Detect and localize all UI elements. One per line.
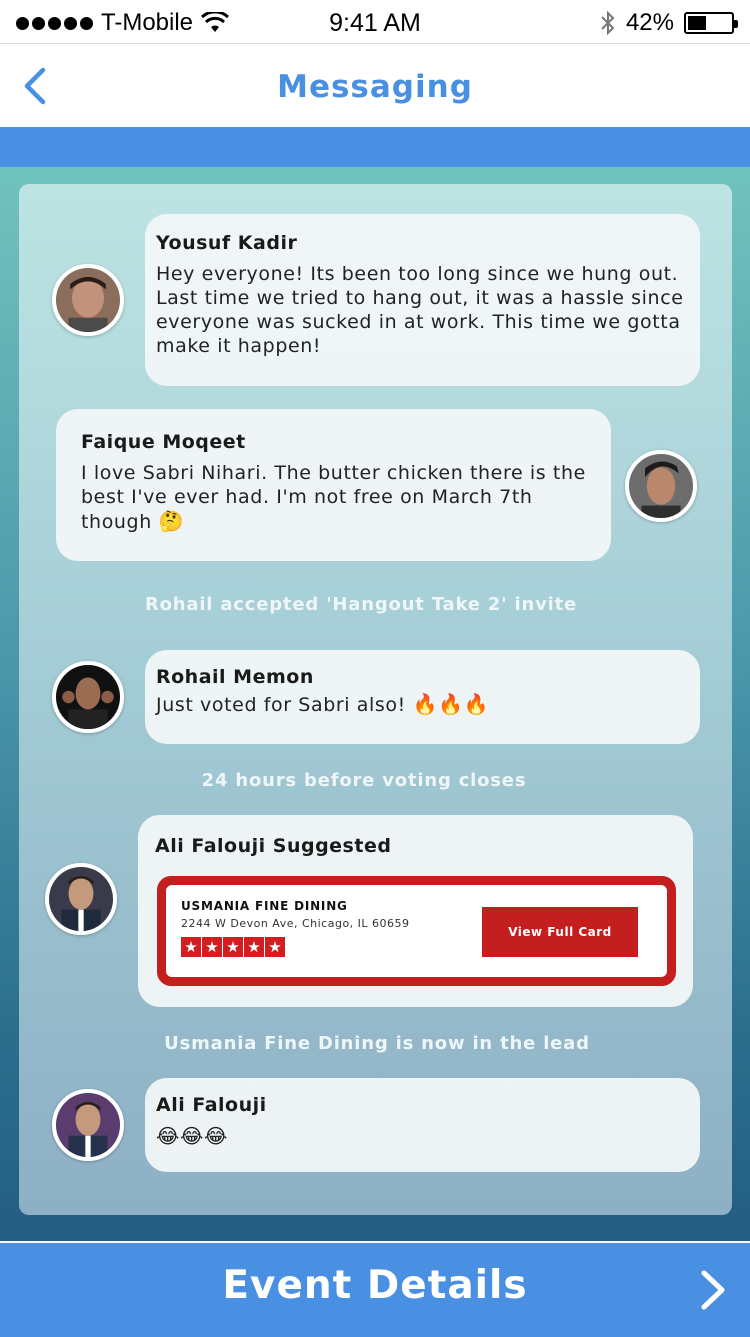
message-text: 😂😂😂 xyxy=(156,1124,689,1149)
battery-percent: 42% xyxy=(625,9,674,36)
restaurant-card-body: USMANIA FINE DINING 2244 W Devon Ave, Ch… xyxy=(166,885,667,977)
system-message: Usmania Fine Dining is now in the lead xyxy=(164,1033,590,1054)
system-message: 24 hours before voting closes xyxy=(201,770,527,791)
chevron-right-icon xyxy=(701,1270,725,1310)
avatar-ali[interactable] xyxy=(52,1089,124,1161)
star-icon: ★ xyxy=(181,937,201,957)
system-message: Rohail accepted 'Hangout Take 2' invite xyxy=(144,594,578,615)
star-icon: ★ xyxy=(202,937,222,957)
battery-icon xyxy=(684,12,738,34)
event-details-label: Event Details xyxy=(222,1263,528,1308)
star-icon: ★ xyxy=(223,937,243,957)
message-bubble: Yousuf Kadir Hey everyone! Its been too … xyxy=(145,214,700,386)
header-accent-strip xyxy=(0,127,750,167)
fire-emoji: 🔥🔥🔥 xyxy=(412,692,490,716)
nav-bar: Messaging xyxy=(0,45,750,127)
event-details-button[interactable]: Event Details xyxy=(0,1243,750,1337)
message-bubble: Ali Falouji 😂😂😂 xyxy=(145,1078,700,1172)
avatar-ali-suggested[interactable] xyxy=(45,863,117,935)
sender-name: Rohail Memon xyxy=(156,666,314,688)
message-text-content: I love Sabri Nihari. The butter chicken … xyxy=(81,462,586,533)
thinking-emoji: 🤔 xyxy=(158,509,185,533)
status-right: 42% xyxy=(600,9,738,37)
avatar-yousuf[interactable] xyxy=(52,264,124,336)
avatar-faique[interactable] xyxy=(625,450,697,522)
sender-name: Ali Falouji xyxy=(156,1094,267,1116)
sender-name: Ali Falouji Suggested xyxy=(155,835,392,857)
sender-name: Faique Moqeet xyxy=(81,431,246,453)
message-text: I love Sabri Nihari. The butter chicken … xyxy=(81,461,586,534)
restaurant-card[interactable]: USMANIA FINE DINING 2244 W Devon Ave, Ch… xyxy=(157,876,676,986)
battery-fill xyxy=(688,16,706,30)
message-bubble: Rohail Memon Just voted for Sabri also! … xyxy=(145,650,700,744)
message-text-content: Just voted for Sabri also! xyxy=(156,694,406,716)
view-full-card-button[interactable]: View Full Card xyxy=(482,907,638,957)
message-bubble: Faique Moqeet I love Sabri Nihari. The b… xyxy=(56,409,611,561)
restaurant-name: USMANIA FINE DINING xyxy=(181,899,348,913)
bluetooth-icon xyxy=(601,10,615,36)
laughing-emoji: 😂😂😂 xyxy=(156,1124,228,1148)
sender-name: Yousuf Kadir xyxy=(156,232,298,254)
avatar-rohail[interactable] xyxy=(52,661,124,733)
star-icon: ★ xyxy=(265,937,285,957)
message-text: Hey everyone! Its been too long since we… xyxy=(156,263,684,357)
status-bar: T-Mobile 9:41 AM 42% xyxy=(0,0,750,44)
star-rating: ★ ★ ★ ★ ★ xyxy=(181,937,285,957)
message-text: Just voted for Sabri also! 🔥🔥🔥 xyxy=(156,692,689,717)
star-icon: ★ xyxy=(244,937,264,957)
restaurant-address: 2244 W Devon Ave, Chicago, IL 60659 xyxy=(181,917,410,930)
page-title: Messaging xyxy=(277,69,473,105)
